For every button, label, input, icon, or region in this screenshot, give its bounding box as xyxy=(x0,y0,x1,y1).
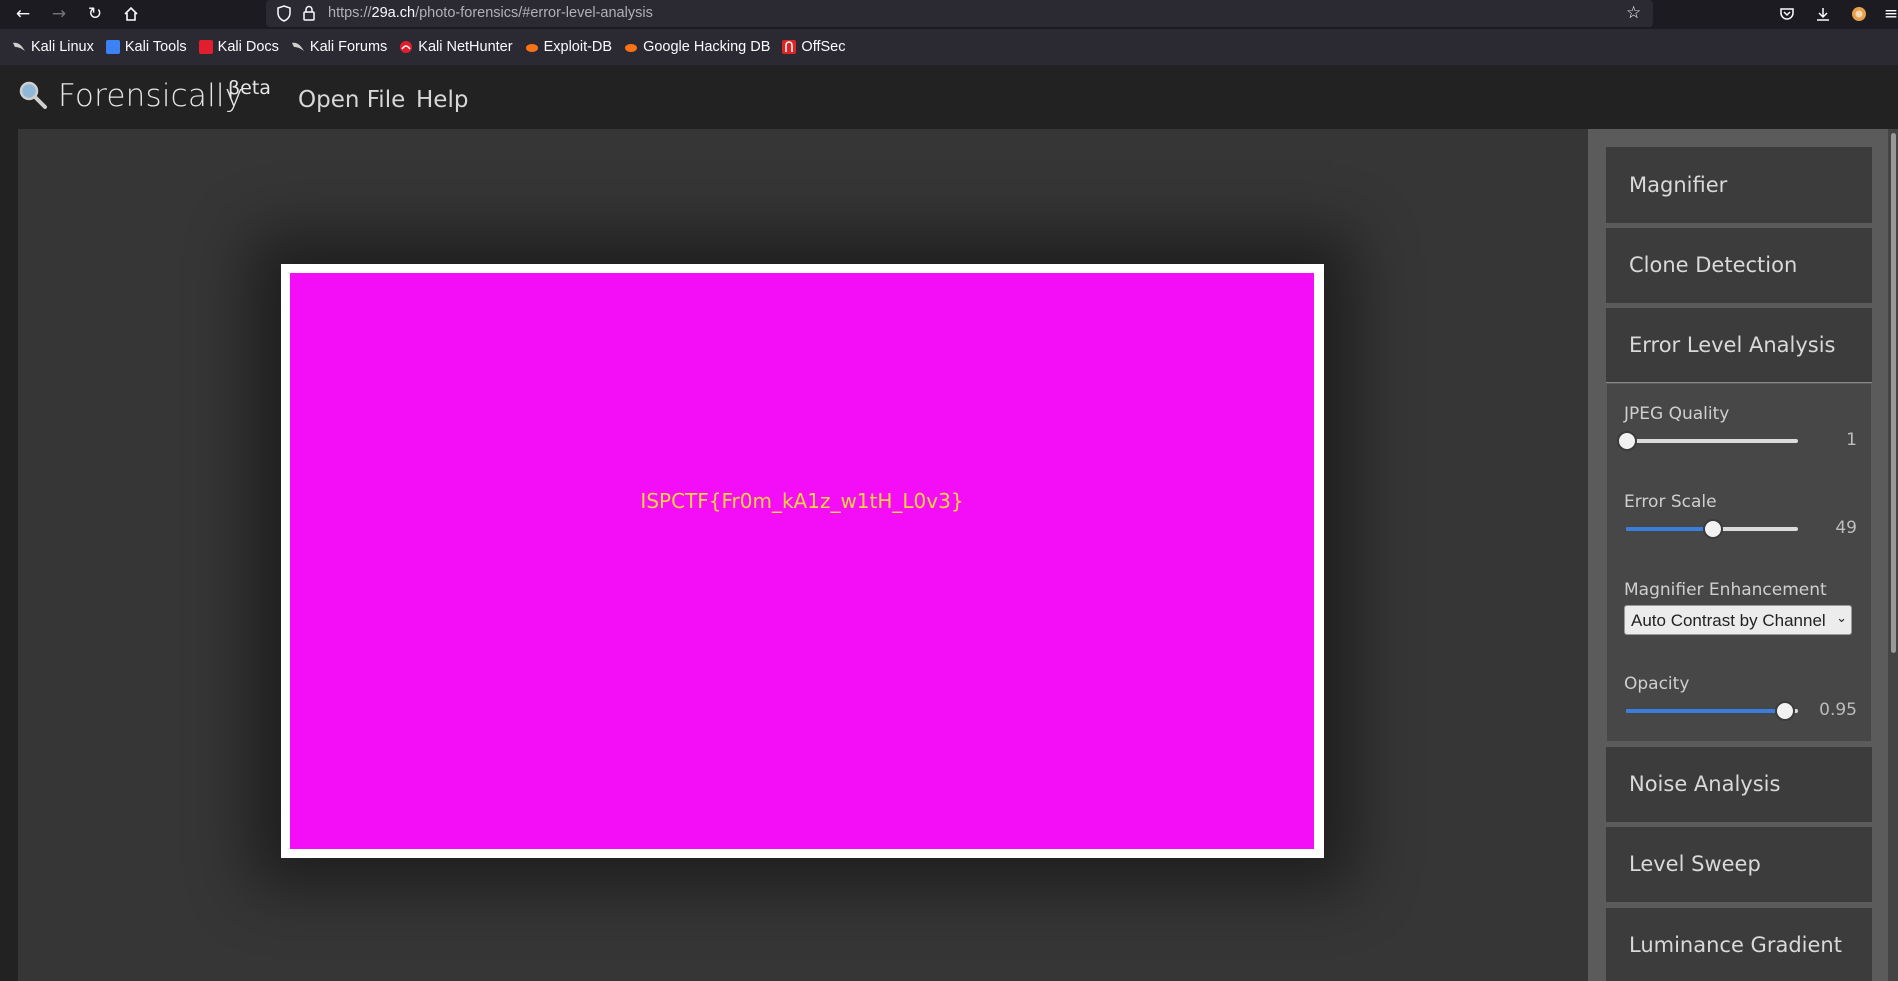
forward-arrow-icon[interactable]: → xyxy=(48,3,70,25)
back-arrow-icon[interactable]: ← xyxy=(12,3,34,25)
bookmark-kali-nethunter[interactable]: Kali NetHunter xyxy=(399,39,513,55)
opacity-thumb[interactable] xyxy=(1775,701,1796,721)
url-scheme: https:// xyxy=(328,5,372,21)
bookmark-label: Kali NetHunter xyxy=(418,39,513,55)
panel-title: Error Level Analysis xyxy=(1629,333,1836,357)
star-icon[interactable]: ☆ xyxy=(1626,3,1641,23)
bookmarks-bar: Kali Linux Kali Tools Kali Docs Kali For… xyxy=(0,29,1898,65)
magnifier-enhancement-label: Magnifier Enhancement xyxy=(1624,580,1827,600)
pocket-icon[interactable] xyxy=(1776,3,1798,25)
image-workspace[interactable]: ISPCTF{Fr0m_kA1z_w1tH_L0v3} xyxy=(18,129,1588,981)
bookmark-offsec[interactable]: OffSec xyxy=(782,39,845,55)
bookmark-label: Kali Linux xyxy=(31,39,94,55)
bookmark-kali-forums[interactable]: Kali Forums xyxy=(291,39,387,55)
bookmark-label: Google Hacking DB xyxy=(643,39,771,55)
bookmark-google-hacking-db[interactable]: Google Hacking DB xyxy=(624,39,770,55)
error-scale-thumb[interactable] xyxy=(1703,519,1723,539)
help-link[interactable]: Help xyxy=(416,87,468,113)
bookmark-label: Kali Forums xyxy=(309,39,388,55)
panel-clone-detection[interactable]: Clone Detection xyxy=(1606,228,1872,303)
bookmark-kali-linux[interactable]: Kali Linux xyxy=(12,39,94,55)
ela-controls: JPEG Quality 1 Error Scale 49 Magnifier … xyxy=(1607,384,1871,741)
app-header: Forensically βeta Open File Help xyxy=(0,65,1898,129)
panel-title: Luminance Gradient xyxy=(1629,933,1842,957)
address-bar[interactable]: https://29a.ch/photo-forensics/#error-le… xyxy=(266,0,1653,27)
panel-title: Noise Analysis xyxy=(1629,772,1781,796)
panel-noise-analysis[interactable]: Noise Analysis xyxy=(1606,747,1872,822)
kali-dragon-icon xyxy=(12,40,26,54)
panel-magnifier[interactable]: Magnifier xyxy=(1606,147,1872,223)
panel-title: Clone Detection xyxy=(1629,253,1798,277)
error-scale-value: 49 xyxy=(1835,518,1857,538)
magnifying-glass-icon xyxy=(18,80,48,110)
download-icon[interactable] xyxy=(1812,3,1834,25)
url-path: /photo-forensics/#error-level-analysis xyxy=(415,5,653,21)
jpeg-quality-label: JPEG Quality xyxy=(1624,404,1730,424)
bookmark-kali-tools[interactable]: Kali Tools xyxy=(105,39,187,55)
panel-title: Level Sweep xyxy=(1629,852,1761,876)
kali-tools-icon xyxy=(105,40,120,54)
beta-label: βeta xyxy=(228,77,271,99)
lock-icon[interactable] xyxy=(302,5,316,25)
chevron-down-icon: ⌄ xyxy=(1836,610,1847,625)
home-icon[interactable] xyxy=(120,3,142,25)
bookmark-label: Exploit-DB xyxy=(543,39,613,55)
bookmark-label: OffSec xyxy=(801,39,846,55)
url-text[interactable]: https://29a.ch/photo-forensics/#error-le… xyxy=(328,5,653,21)
magnifier-enhancement-select[interactable]: Auto Contrast by Channel ⌄ xyxy=(1624,605,1852,635)
kali-docs-icon xyxy=(198,40,213,54)
kali-forums-icon xyxy=(291,40,305,54)
error-scale-slider[interactable] xyxy=(1626,519,1798,539)
opacity-slider[interactable] xyxy=(1626,701,1798,721)
shield-icon[interactable] xyxy=(276,5,292,26)
jpeg-quality-thumb[interactable] xyxy=(1617,431,1637,451)
menu-icon[interactable]: ≡ xyxy=(1880,3,1898,25)
app-title: Forensically xyxy=(58,78,244,114)
jpeg-quality-slider[interactable] xyxy=(1617,431,1798,451)
panel-error-level-analysis[interactable]: Error Level Analysis xyxy=(1606,308,1872,383)
bookmark-label: Kali Docs xyxy=(217,39,279,55)
reload-icon[interactable]: ↻ xyxy=(84,3,106,25)
image-frame: ISPCTF{Fr0m_kA1z_w1tH_L0v3} xyxy=(281,264,1324,858)
exploit-db-icon xyxy=(525,40,539,54)
jpeg-quality-value: 1 xyxy=(1846,430,1857,450)
sidebar-scrollbar-thumb[interactable] xyxy=(1891,133,1896,653)
browser-toolbar: ← → ↻ https://29a.ch/photo-forensics/#er… xyxy=(0,0,1898,29)
error-scale-label: Error Scale xyxy=(1624,492,1717,512)
left-margin xyxy=(0,129,18,981)
bookmark-label: Kali Tools xyxy=(124,39,187,55)
panel-title: Magnifier xyxy=(1629,173,1728,197)
bookmark-kali-docs[interactable]: Kali Docs xyxy=(198,39,279,55)
open-file-link[interactable]: Open File xyxy=(298,87,405,113)
panel-level-sweep[interactable]: Level Sweep xyxy=(1606,827,1872,902)
nethunter-icon xyxy=(399,40,413,54)
opacity-value: 0.95 xyxy=(1819,700,1857,720)
opacity-label: Opacity xyxy=(1624,674,1690,694)
analyzed-image[interactable]: ISPCTF{Fr0m_kA1z_w1tH_L0v3} xyxy=(290,273,1314,849)
image-flag-text: ISPCTF{Fr0m_kA1z_w1tH_L0v3} xyxy=(640,489,964,513)
offsec-icon xyxy=(782,40,797,54)
ghdb-icon xyxy=(624,40,638,54)
account-icon[interactable] xyxy=(1848,3,1870,25)
bookmark-exploit-db[interactable]: Exploit-DB xyxy=(525,39,613,55)
error-scale-fill xyxy=(1626,527,1712,531)
url-host: 29a.ch xyxy=(371,5,416,21)
magnifier-enhancement-selected: Auto Contrast by Channel xyxy=(1631,611,1826,630)
panel-luminance-gradient[interactable]: Luminance Gradient xyxy=(1606,908,1872,981)
opacity-fill xyxy=(1626,709,1785,713)
